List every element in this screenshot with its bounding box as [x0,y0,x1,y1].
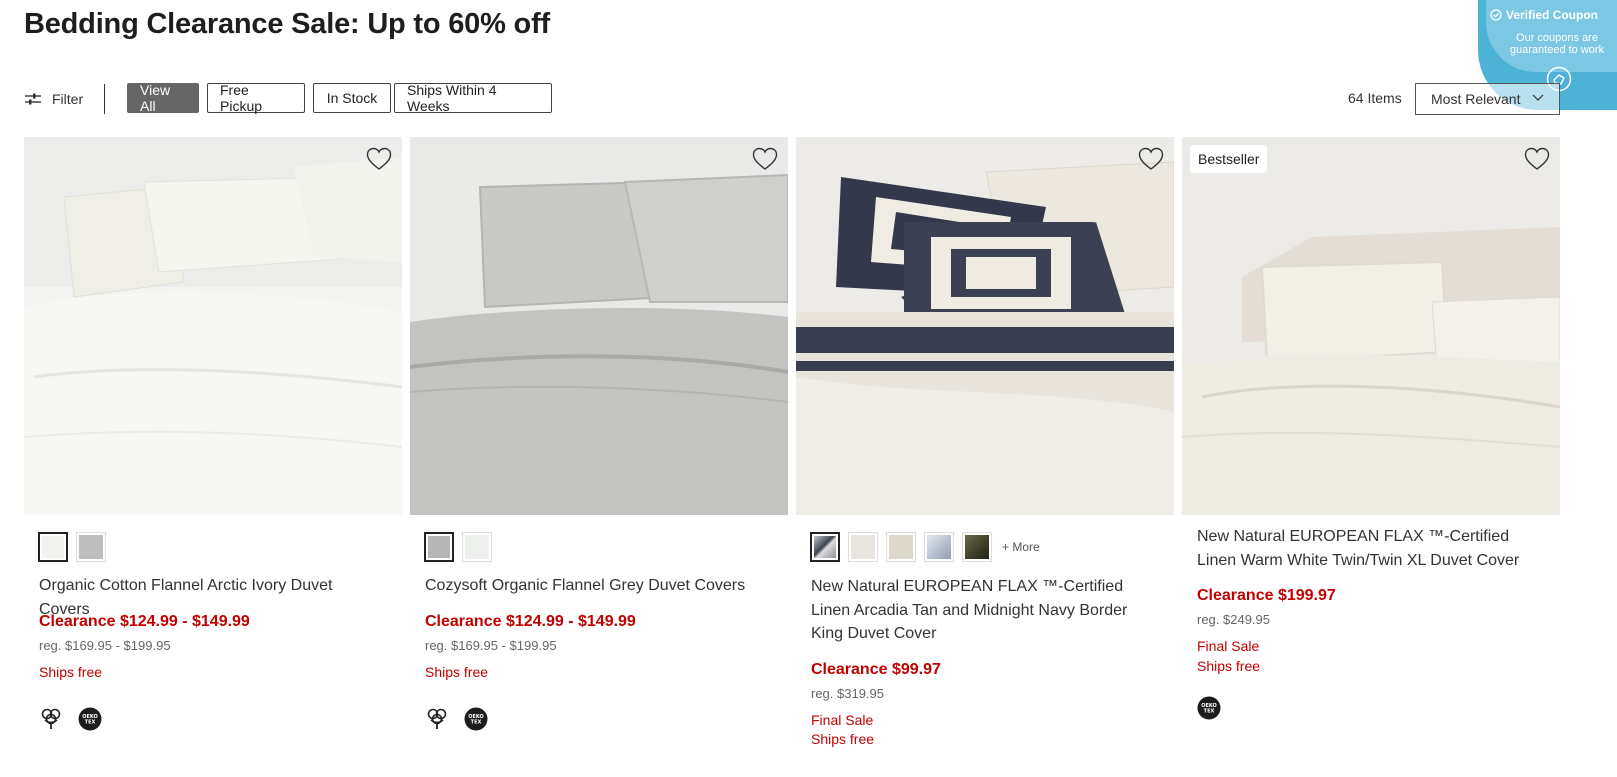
heart-icon[interactable] [366,147,392,171]
coupon-subtitle: Our coupons are guaranteed to work [1509,32,1605,56]
bestseller-badge: Bestseller [1190,145,1268,173]
product-name[interactable]: New Natural EUROPEAN FLAX ™-Certified Li… [811,575,1156,646]
product-photo-grey-duvet [410,137,788,515]
product-photo-navy-border-duvet [796,137,1174,515]
filter-label: Filter [52,91,84,107]
final-sale-label: Final Sale [1197,638,1260,654]
product-card-4: Bestseller New Natural EUROPEAN FLAX ™-C… [1182,137,1560,777]
clearance-price: Clearance $99.97 [811,661,941,678]
ships-free-label: Ships free [425,664,489,680]
sort-label: Most Relevant [1431,91,1521,107]
chevron-down-icon [1532,94,1544,101]
chip-view-all[interactable]: View All [127,82,199,114]
heart-icon[interactable] [752,147,778,171]
product-card-3: + More New Natural EUROPEAN FLAX ™-Certi… [796,137,1174,777]
more-swatches-link[interactable]: + More [1002,540,1040,554]
ships-free-label: Ships free [811,731,875,747]
final-sale-label: Final Sale [811,712,874,728]
clearance-price: Clearance $124.99 - $149.99 [39,613,250,630]
ships-free-label: Ships free [39,664,103,680]
clearance-price: Clearance $124.99 - $149.99 [425,613,636,630]
oeko-tex-icon [78,707,102,731]
toolbar-divider [104,84,105,114]
oeko-tex-icon [464,707,488,731]
swatch-olive-linen[interactable] [962,532,992,562]
cotton-icon [39,706,63,730]
product-name[interactable]: Cozysoft Organic Flannel Grey Duvet Cove… [425,574,770,598]
swatch-grey[interactable] [76,532,106,562]
product-photo-ivory-duvet [24,137,402,515]
heart-icon[interactable] [1524,147,1550,171]
regular-price: reg. $169.95 - $199.95 [39,638,171,653]
page-title: Bedding Clearance Sale: Up to 60% off [24,8,550,40]
product-card-1: Organic Cotton Flannel Arctic Ivory Duve… [24,137,402,777]
oeko-tex-icon [1197,696,1221,720]
product-card-2: Cozysoft Organic Flannel Grey Duvet Cove… [410,137,788,777]
sliders-icon [25,93,41,105]
product-image[interactable] [24,137,402,515]
color-swatches: + More [810,532,1040,562]
chip-free-pickup[interactable]: Free Pickup [207,82,305,114]
color-swatches [38,532,106,562]
regular-price: reg. $169.95 - $199.95 [425,638,557,653]
sort-dropdown[interactable]: Most Relevant [1415,83,1560,115]
product-name[interactable]: New Natural EUROPEAN FLAX ™-Certified Li… [1197,525,1542,572]
product-image[interactable] [410,137,788,515]
coupon-title: Verified Coupon [1506,8,1599,22]
item-count: 64 Items [1348,90,1402,106]
filter-button[interactable]: Filter [24,83,83,115]
heart-icon[interactable] [1138,147,1164,171]
color-swatches [424,532,492,562]
swatch-navy-border[interactable] [810,532,840,562]
filter-toolbar: Filter View All Free Pickup In Stock Shi… [24,82,1608,115]
product-image[interactable] [796,137,1174,515]
swatch-grey[interactable] [424,532,454,562]
swatch-white[interactable] [462,532,492,562]
clearance-price: Clearance $199.97 [1197,587,1336,604]
check-circle-icon [1490,9,1502,21]
chip-ships-within-4-weeks[interactable]: Ships Within 4 Weeks [394,82,552,114]
swatch-ivory[interactable] [38,532,68,562]
cotton-icon [425,706,449,730]
chip-in-stock[interactable]: In Stock [313,83,391,113]
product-image[interactable]: Bestseller [1182,137,1560,515]
ships-free-label: Ships free [1197,658,1261,674]
product-photo-warm-white-duvet [1182,137,1560,515]
regular-price: reg. $249.95 [1197,612,1271,627]
regular-price: reg. $319.95 [811,686,885,701]
swatch-tan-linen[interactable] [886,532,916,562]
coupon-title-row: Verified Coupon [1490,8,1598,22]
swatch-white-linen[interactable] [848,532,878,562]
swatch-blue-linen[interactable] [924,532,954,562]
